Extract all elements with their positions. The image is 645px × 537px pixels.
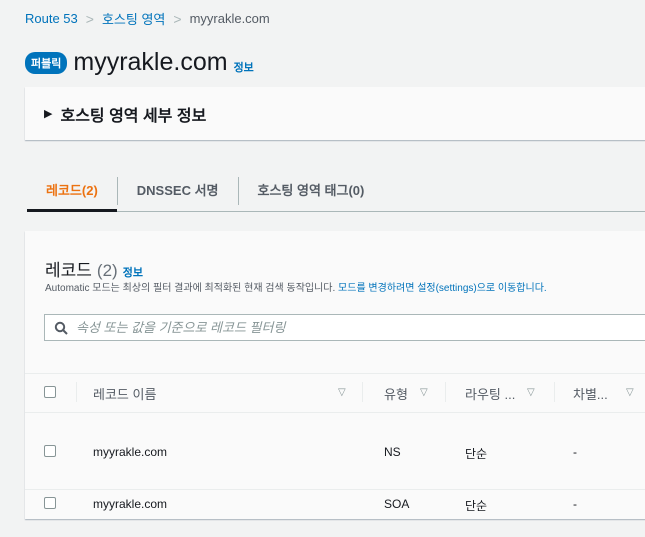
caret-right-icon: ▶: [44, 108, 53, 120]
col-header-differentiator[interactable]: 차별...: [573, 384, 608, 403]
records-heading: 레코드: [45, 261, 92, 280]
active-tab-indicator: [27, 209, 117, 212]
expander-label: 호스팅 영역 세부 정보: [60, 107, 207, 125]
sort-down-icon[interactable]: ▽: [420, 387, 428, 398]
records-title: 레코드 (2) 정보: [45, 256, 143, 281]
record-type: SOA: [384, 497, 410, 511]
records-info-link[interactable]: 정보: [123, 264, 143, 280]
record-routing: 단순: [465, 499, 488, 513]
row-checkbox[interactable]: [44, 497, 56, 509]
record-name: myyrakle.com: [93, 445, 168, 459]
records-filter[interactable]: [44, 314, 645, 341]
divider: [25, 373, 645, 374]
select-all-checkbox[interactable]: [44, 386, 56, 398]
record-type: NS: [384, 445, 401, 459]
sort-down-icon[interactable]: ▽: [527, 387, 535, 398]
tab-bar: 레코드(2) DNSSEC 서명 호스팅 영역 태그(0): [27, 170, 645, 212]
column-divider: [362, 382, 363, 402]
record-differentiator: -: [573, 445, 577, 459]
record-differentiator: -: [573, 497, 577, 511]
divider: [25, 412, 645, 413]
breadcrumb-current: myyrakle.com: [189, 11, 270, 26]
search-mode-description: Automatic 모드는 최상의 필터 결과에 최적화된 현재 검색 동작입니…: [45, 279, 547, 294]
breadcrumb: Route 53 > 호스팅 영역 > myyrakle.com: [25, 9, 270, 28]
col-header-routing[interactable]: 라우팅 ...: [465, 384, 515, 403]
filter-input[interactable]: [76, 320, 576, 335]
page-header: 퍼블릭 myyrakle.com 정보: [25, 48, 254, 77]
desc-text: Automatic 모드는 최상의 필터 결과에 최적화된 현재 검색 동작입니…: [45, 283, 339, 294]
info-link[interactable]: 정보: [234, 59, 254, 75]
record-routing: 단순: [465, 447, 488, 461]
breadcrumb-hosted-zones[interactable]: 호스팅 영역: [102, 9, 165, 28]
row-checkbox[interactable]: [44, 445, 56, 457]
settings-link[interactable]: 모드를 변경하려면 설정(settings)으로 이동합니다.: [338, 283, 547, 294]
hosted-zone-details-expander[interactable]: ▶ 호스팅 영역 세부 정보: [25, 87, 645, 140]
column-divider: [554, 382, 555, 402]
sort-down-icon[interactable]: ▽: [626, 387, 634, 398]
column-divider: [76, 382, 77, 402]
records-count: (2): [96, 261, 118, 280]
page-title: myyrakle.com: [73, 48, 228, 76]
chevron-right-icon: >: [85, 10, 94, 27]
record-name: myyrakle.com: [93, 497, 168, 511]
tab-dnssec[interactable]: DNSSEC 서명: [118, 176, 239, 205]
search-icon: [54, 321, 68, 335]
sort-down-icon[interactable]: ▽: [338, 387, 346, 398]
tab-tags[interactable]: 호스팅 영역 태그(0): [239, 177, 384, 205]
chevron-right-icon: >: [173, 10, 182, 27]
public-badge: 퍼블릭: [25, 51, 68, 74]
col-header-type[interactable]: 유형: [384, 384, 408, 403]
tab-records[interactable]: 레코드(2): [27, 176, 118, 205]
breadcrumb-route53[interactable]: Route 53: [25, 11, 78, 26]
column-divider: [445, 382, 446, 402]
col-header-name[interactable]: 레코드 이름: [93, 384, 156, 403]
divider: [25, 489, 645, 490]
